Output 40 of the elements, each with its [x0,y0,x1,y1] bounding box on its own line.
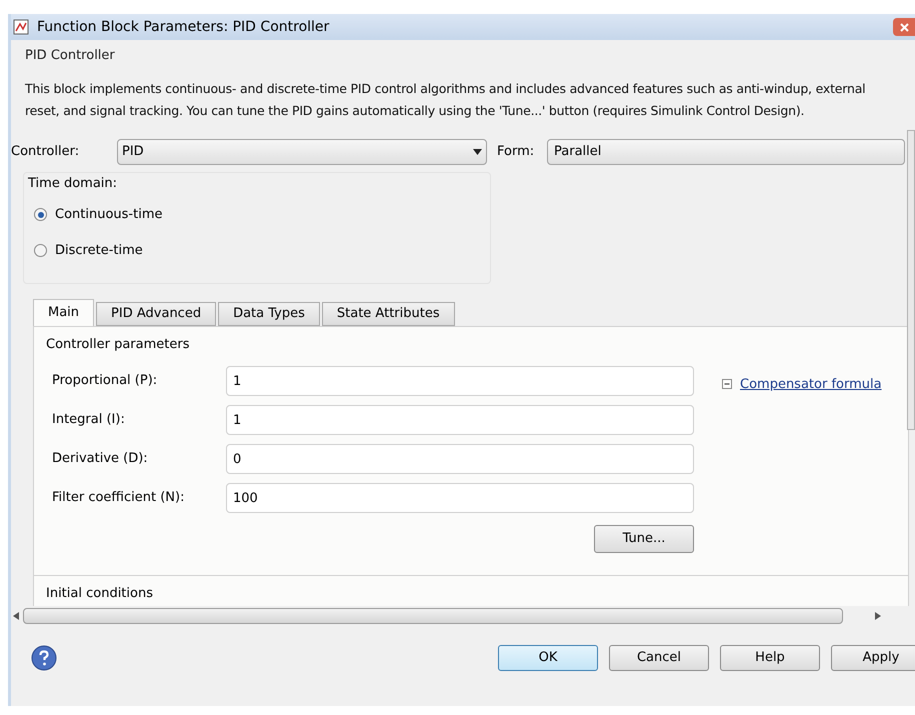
dropdown-arrow-icon [473,148,482,154]
collapse-icon[interactable] [722,379,732,390]
field-label: Proportional (P): [52,372,158,390]
group-title: Controller parameters [45,336,190,354]
form-dropdown[interactable]: Parallel [547,138,905,164]
scroll-left-icon[interactable] [13,612,19,620]
tab[interactable]: Main [33,298,94,326]
field-label: Integral (I): [52,411,126,430]
input-field[interactable]: 1 [226,405,694,435]
dialog-button[interactable]: Apply [831,644,915,670]
block-description: This block implements continuous- and discrete-time PID control algorithms and includes advanced features such as anti-windup, external reset, and signal tracking. You can tune the PID gains automatically using the 'Tune...' button (requires Simulink Control Design). [25,80,866,120]
compensator-formula-link[interactable]: Compensator formula [740,374,882,394]
tab[interactable]: Data Types [218,302,320,326]
field-label: Derivative (D): [52,450,149,468]
controller-dropdown[interactable]: PID [117,138,487,164]
group-title: Initial conditions [45,584,153,602]
input-field[interactable]: 1 [226,366,694,396]
help-icon[interactable] [31,644,57,670]
scroll-right-icon[interactable] [875,612,881,620]
dialog-button[interactable]: Cancel [609,644,709,670]
tab[interactable]: State Attributes [322,302,455,326]
dialog-button[interactable]: Help [720,644,820,670]
group-title: PID Controller [25,47,116,65]
block-icon [13,19,29,35]
radio-button[interactable] [34,208,47,222]
radio-button[interactable] [34,244,47,257]
radio-label[interactable]: Discrete-time [55,240,143,260]
controller-label: Controller: [11,142,80,161]
input-field[interactable]: 100 [226,483,694,513]
close-icon [900,22,908,32]
field-label: Filter coefficient (N): [52,489,186,508]
window-title: Function Block Parameters: PID Controller [37,18,330,36]
tune-button[interactable]: Tune... [594,525,694,553]
close-button[interactable] [893,18,915,36]
form-label: Form: [497,142,536,161]
radio-label[interactable]: Continuous-time [55,205,162,224]
dialog-button[interactable]: OK [498,644,598,670]
input-field[interactable]: 0 [226,444,694,474]
tab[interactable]: PID Advanced [96,302,216,326]
group-title: Time domain: [27,174,118,192]
